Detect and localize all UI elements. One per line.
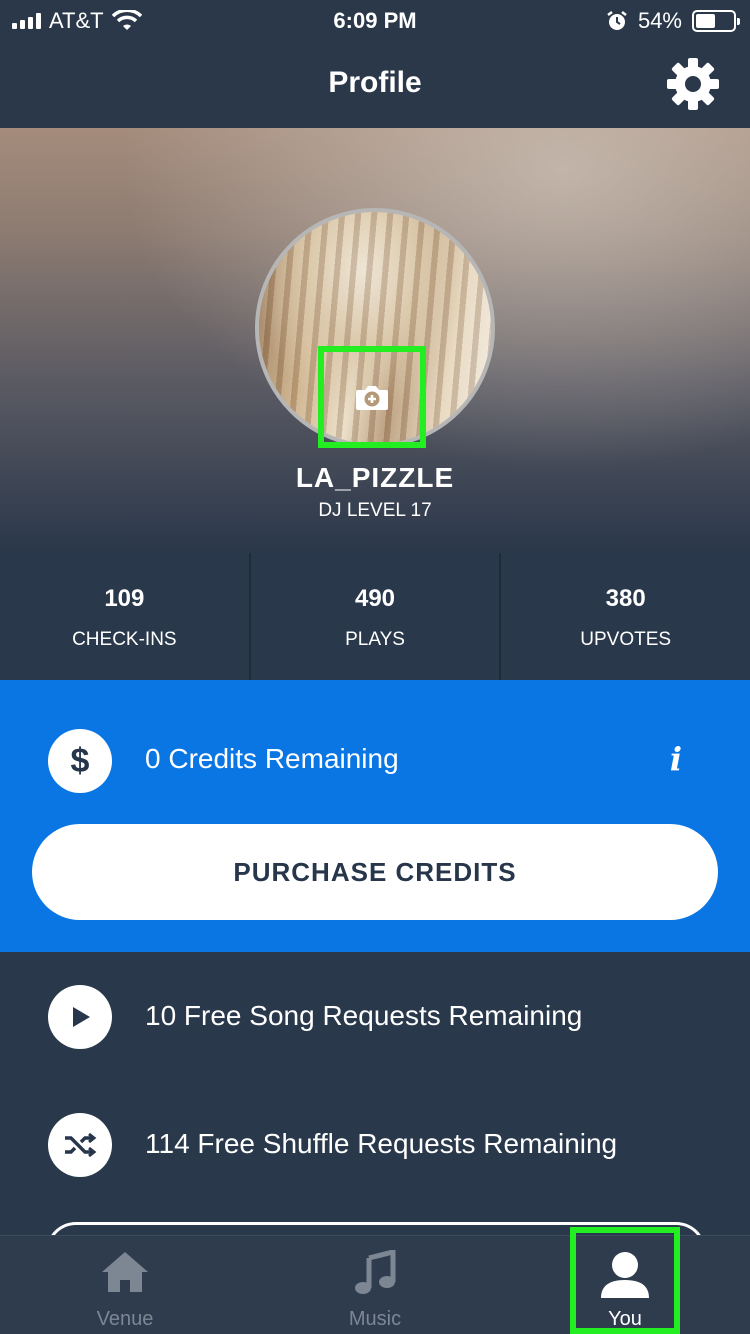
purchase-credits-button[interactable]: PURCHASE CREDITS [32, 824, 718, 920]
username: LA_PIZZLE [295, 462, 455, 493]
stat-value: 109 [104, 585, 145, 612]
play-icon [48, 985, 112, 1049]
profile-header: LA_PIZZLE DJ LEVEL 17 [0, 128, 750, 553]
dj-level: DJ LEVEL 17 [318, 500, 432, 521]
camera-plus-icon [356, 386, 388, 410]
tab-label: Music [348, 1308, 402, 1330]
nav-bar: Profile [0, 40, 750, 128]
stat-check-ins[interactable]: 109 CHECK-INS [0, 553, 251, 680]
tab-label: Venue [96, 1308, 154, 1330]
stat-value: 490 [354, 585, 396, 612]
stats-row: 109 CHECK-INS 490 PLAYS 380 UPVOTES [0, 553, 750, 680]
settings-button[interactable] [666, 57, 720, 111]
tab-bar: Venue Music You [0, 1235, 750, 1334]
stat-label: PLAYS [345, 629, 405, 650]
status-bar: AT&T 6:09 PM 54% [0, 0, 750, 40]
stat-plays[interactable]: 490 PLAYS [251, 553, 502, 680]
info-icon[interactable]: i [670, 740, 682, 778]
free-shuffle-requests-row: 114 Free Shuffle Requests Remaining [0, 1113, 750, 1177]
free-shuffle-requests: 114 Free Shuffle Requests Remaining [145, 1128, 618, 1159]
credits-remaining: 0 Credits Remaining [145, 743, 399, 774]
tab-venue[interactable]: Venue [0, 1236, 250, 1334]
stat-upvotes[interactable]: 380 UPVOTES [501, 553, 750, 680]
battery-percent: 54% [637, 8, 682, 33]
status-right: 54% [606, 8, 740, 34]
alarm-icon [607, 11, 627, 30]
music-note-icon [355, 1250, 396, 1294]
dollar-icon: $ [48, 729, 112, 793]
stat-label: CHECK-INS [72, 629, 177, 650]
stat-value: 380 [605, 585, 646, 612]
battery-fill [696, 14, 716, 28]
stat-label: UPVOTES [580, 629, 672, 650]
free-song-requests-row: 10 Free Song Requests Remaining [0, 985, 750, 1049]
gear-icon [667, 58, 719, 110]
battery-icon [692, 10, 740, 32]
tab-music[interactable]: Music [250, 1236, 500, 1334]
home-icon [102, 1252, 148, 1292]
shuffle-icon [48, 1113, 112, 1177]
tab-you[interactable]: You [500, 1236, 750, 1334]
free-song-requests: 10 Free Song Requests Remaining [145, 1000, 583, 1031]
credits-panel: $ 0 Credits Remaining i PURCHASE CREDITS [0, 680, 750, 952]
page-title: Profile [328, 66, 422, 99]
person-icon [601, 1252, 649, 1298]
change-photo-button[interactable] [318, 346, 426, 448]
tab-label: You [608, 1308, 642, 1330]
